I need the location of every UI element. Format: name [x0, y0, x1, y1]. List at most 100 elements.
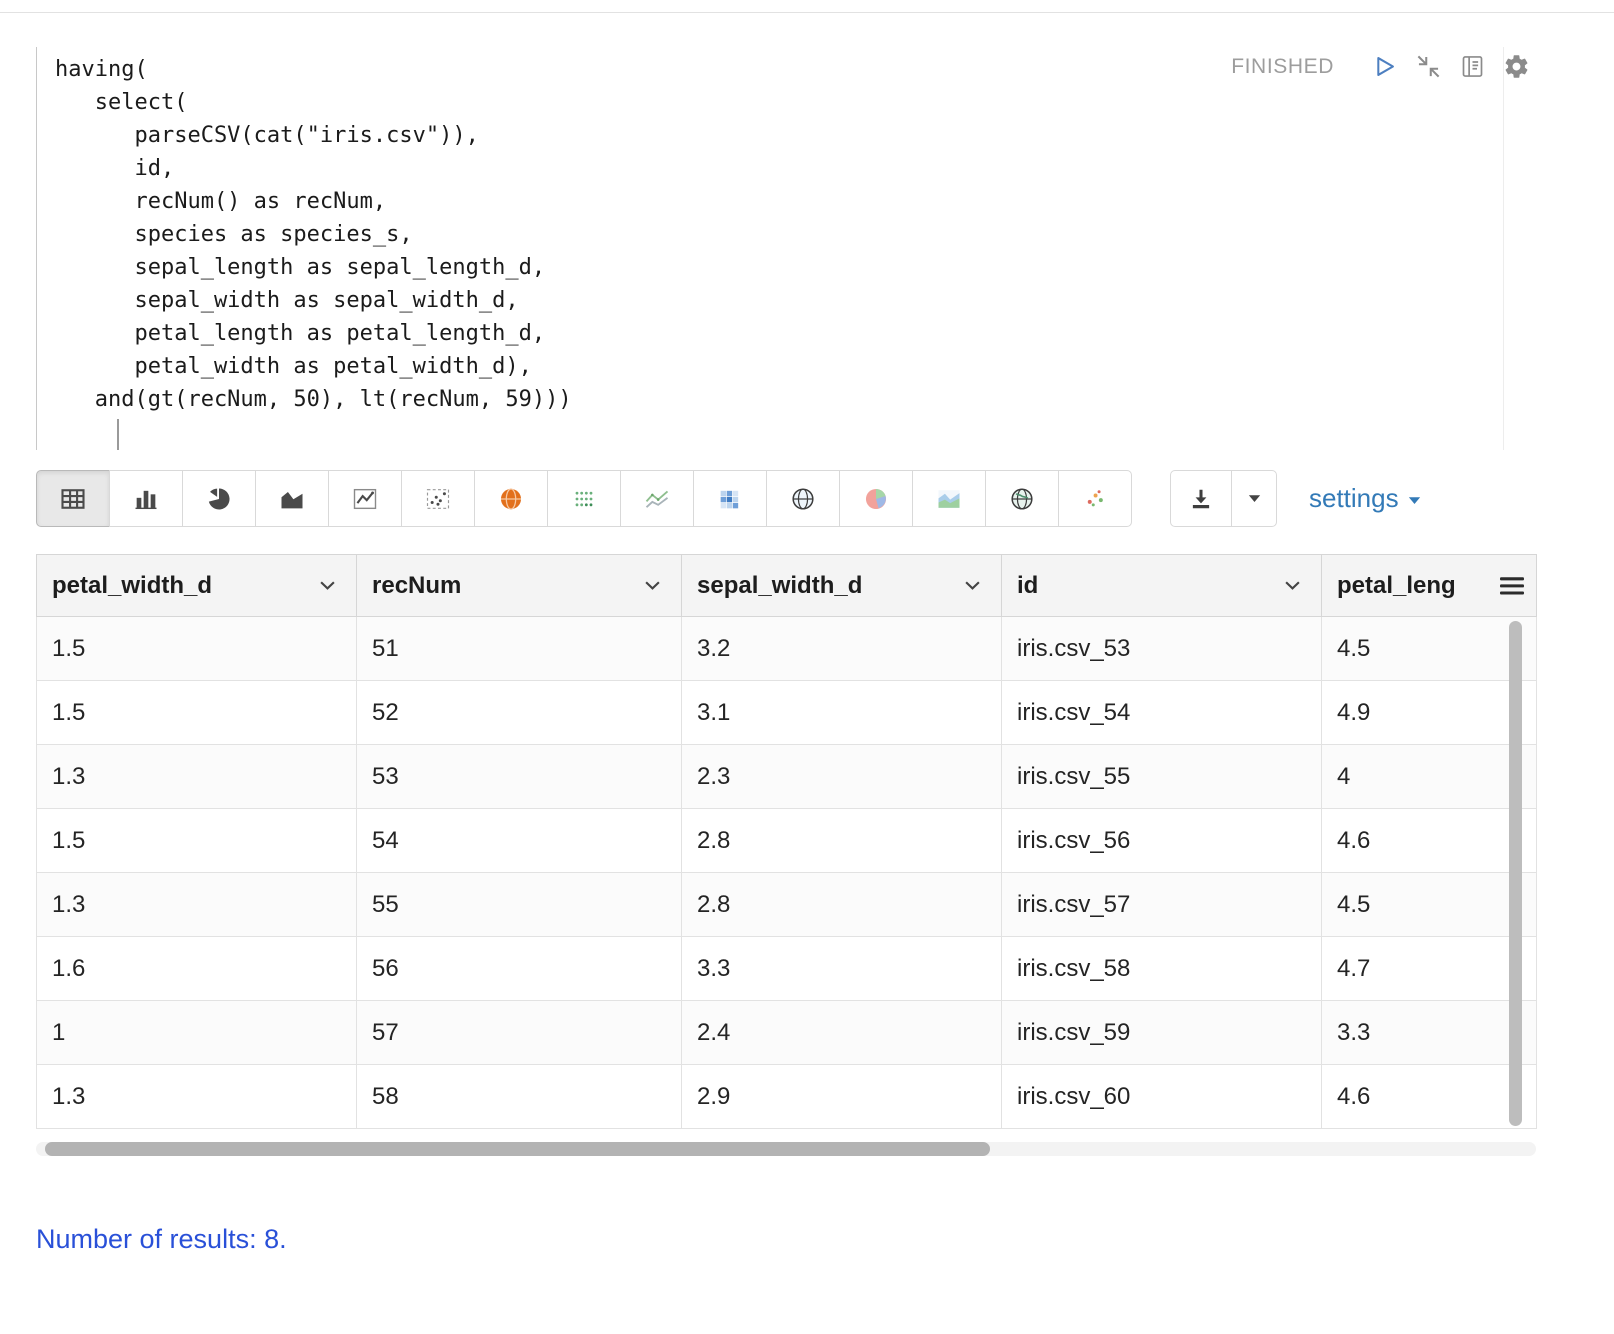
code-editor[interactable]: having( select( parseCSV(cat("iris.csv")…	[36, 47, 1504, 450]
column-header-recNum[interactable]: recNum	[356, 554, 682, 617]
table-cell[interactable]: 51	[356, 616, 682, 681]
table-cell[interactable]: iris.csv_59	[1001, 1000, 1322, 1065]
table-cell[interactable]: 4.9	[1321, 680, 1537, 745]
table-row: 1.5 52 3.1 iris.csv_54 4.9	[36, 680, 1537, 745]
table-cell[interactable]: 4.6	[1321, 808, 1537, 873]
map-viz-button[interactable]	[474, 470, 548, 527]
column-header-id[interactable]: id	[1001, 554, 1322, 617]
table-row: 1.5 54 2.8 iris.csv_56 4.6	[36, 808, 1537, 873]
table-row: 1.3 53 2.3 iris.csv_55 4	[36, 744, 1537, 809]
color-scatter-viz-button[interactable]	[1058, 470, 1132, 527]
table-cell[interactable]: 1.3	[36, 1064, 357, 1129]
table-cell[interactable]: 52	[356, 680, 682, 745]
table-cell[interactable]: 3.1	[681, 680, 1002, 745]
run-icon[interactable]	[1371, 53, 1398, 80]
pie-chart-button[interactable]	[182, 470, 256, 527]
table-cell[interactable]: 4.5	[1321, 872, 1537, 937]
table-row: 1.5 51 3.2 iris.csv_53 4.5	[36, 616, 1537, 681]
table-cell[interactable]: 1	[36, 1000, 357, 1065]
table-cell[interactable]: iris.csv_58	[1001, 936, 1322, 1001]
scatter-chart-icon	[424, 485, 452, 513]
code-editor-section: having( select( parseCSV(cat("iris.csv")…	[36, 47, 1504, 450]
table-cell[interactable]: 1.3	[36, 744, 357, 809]
table-row: 1.3 58 2.9 iris.csv_60 4.6	[36, 1064, 1537, 1129]
chevron-down-icon[interactable]	[319, 580, 336, 591]
table-cell[interactable]: 4.6	[1321, 1064, 1537, 1129]
table-cell[interactable]: iris.csv_56	[1001, 808, 1322, 873]
horizontal-scrollbar-thumb[interactable]	[45, 1142, 990, 1156]
pie-chart-icon	[205, 485, 233, 513]
globe-alt-viz-button[interactable]	[985, 470, 1059, 527]
table-cell[interactable]: 56	[356, 936, 682, 1001]
bar-chart-button[interactable]	[109, 470, 183, 527]
table-cell[interactable]: 1.5	[36, 808, 357, 873]
table-menu-icon[interactable]	[1500, 576, 1524, 595]
table-cell[interactable]: iris.csv_55	[1001, 744, 1322, 809]
table-cell[interactable]: iris.csv_60	[1001, 1064, 1322, 1129]
table-cell[interactable]: 57	[356, 1000, 682, 1065]
table-cell[interactable]: 4.5	[1321, 616, 1537, 681]
show-editor-icon[interactable]	[1459, 53, 1486, 80]
table-cell[interactable]: 3.2	[681, 616, 1002, 681]
heatmap-viz-button[interactable]	[693, 470, 767, 527]
table-cell[interactable]: iris.csv_53	[1001, 616, 1322, 681]
color-area-viz-button[interactable]	[912, 470, 986, 527]
color-pie-viz-button[interactable]	[839, 470, 913, 527]
chevron-down-icon[interactable]	[1284, 580, 1301, 591]
table-cell[interactable]: iris.csv_57	[1001, 872, 1322, 937]
scatter-chart-button[interactable]	[401, 470, 475, 527]
table-cell[interactable]: 2.8	[681, 808, 1002, 873]
collapse-output-icon[interactable]	[1415, 53, 1442, 80]
table-cell[interactable]: 3.3	[1321, 1000, 1537, 1065]
table-cell[interactable]: 1.5	[36, 616, 357, 681]
line-chart-icon	[351, 485, 379, 513]
table-header-row: petal_width_d recNum sepal_width_d id petal_…	[36, 554, 1537, 617]
table-cell[interactable]: 58	[356, 1064, 682, 1129]
download-dropdown-button[interactable]	[1231, 470, 1277, 527]
table-cell[interactable]: 54	[356, 808, 682, 873]
column-header-petal_width_d[interactable]: petal_width_d	[36, 554, 357, 617]
download-button[interactable]	[1170, 470, 1232, 527]
multi-line-viz-button[interactable]	[620, 470, 694, 527]
area-chart-icon	[278, 485, 306, 513]
table-cell[interactable]: iris.csv_54	[1001, 680, 1322, 745]
table-row: 1 57 2.4 iris.csv_59 3.3	[36, 1000, 1537, 1065]
results-table-container: petal_width_d recNum sepal_width_d id petal_…	[36, 554, 1537, 1129]
chevron-down-icon[interactable]	[964, 580, 981, 591]
table-row: 1.3 55 2.8 iris.csv_57 4.5	[36, 872, 1537, 937]
table-cell[interactable]: 2.3	[681, 744, 1002, 809]
table-cell[interactable]: 4.7	[1321, 936, 1537, 1001]
settings-caret-icon	[1408, 493, 1421, 505]
bar-chart-icon	[132, 485, 160, 513]
table-cell[interactable]: 2.9	[681, 1064, 1002, 1129]
table-cell[interactable]: 1.5	[36, 680, 357, 745]
table-cell[interactable]: 55	[356, 872, 682, 937]
table-cell[interactable]: 2.8	[681, 872, 1002, 937]
chevron-down-icon[interactable]	[644, 580, 661, 591]
gear-icon[interactable]	[1503, 53, 1530, 80]
column-header-label: recNum	[372, 571, 462, 599]
settings-link[interactable]: settings	[1309, 483, 1421, 514]
globe-orange-icon	[497, 485, 525, 513]
table-cell[interactable]: 2.4	[681, 1000, 1002, 1065]
line-chart-button[interactable]	[328, 470, 402, 527]
vertical-scrollbar[interactable]	[1509, 621, 1522, 1126]
table-cell[interactable]: 3.3	[681, 936, 1002, 1001]
area-color-icon	[935, 485, 963, 513]
table-view-button[interactable]	[36, 470, 110, 527]
results-table: petal_width_d recNum sepal_width_d id petal_…	[36, 554, 1537, 1129]
dot-matrix-viz-button[interactable]	[547, 470, 621, 527]
table-cell[interactable]: 1.6	[36, 936, 357, 1001]
area-chart-button[interactable]	[255, 470, 329, 527]
horizontal-scrollbar-track[interactable]	[36, 1142, 1536, 1156]
dot-grid-icon	[570, 485, 598, 513]
table-cell[interactable]: 1.3	[36, 872, 357, 937]
table-cell[interactable]: 53	[356, 744, 682, 809]
globe-viz-button[interactable]	[766, 470, 840, 527]
table-cell[interactable]: 4	[1321, 744, 1537, 809]
download-icon	[1188, 486, 1214, 512]
notebook-paragraph: having( select( parseCSV(cat("iris.csv")…	[0, 12, 1614, 1162]
column-header-petal_leng[interactable]: petal_leng	[1321, 554, 1537, 617]
multi-line-chart-icon	[643, 485, 671, 513]
column-header-sepal_width_d[interactable]: sepal_width_d	[681, 554, 1002, 617]
